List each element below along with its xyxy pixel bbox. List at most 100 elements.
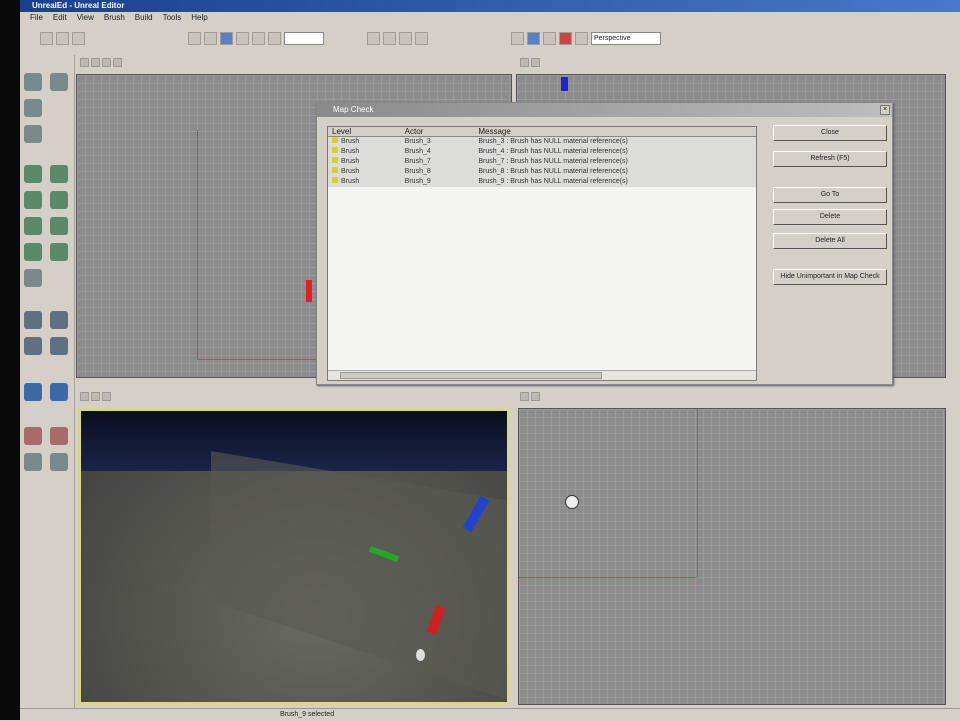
list-item[interactable]: Brush Brush_3 Brush_3 : Brush has NULL mat… bbox=[328, 137, 756, 147]
viewport-mode-select[interactable]: Perspective bbox=[591, 31, 661, 45]
wireframe-icon[interactable] bbox=[531, 58, 540, 67]
column-level[interactable]: Level bbox=[328, 127, 401, 136]
wireframe-icon[interactable] bbox=[531, 392, 540, 401]
csg-subtract-icon[interactable] bbox=[50, 311, 68, 329]
build-all-icon[interactable] bbox=[415, 31, 428, 45]
hide-unimportant-button[interactable]: Hide Unimportant in Map Check bbox=[773, 269, 887, 285]
row-actor: Brush_9 bbox=[404, 178, 431, 185]
build-paths-icon[interactable] bbox=[399, 31, 412, 45]
horizontal-scrollbar[interactable] bbox=[328, 370, 756, 380]
menu-edit[interactable]: Edit bbox=[53, 12, 67, 23]
wireframe-icon[interactable] bbox=[91, 58, 100, 67]
volume-brush-icon[interactable] bbox=[24, 243, 42, 261]
build-geometry-icon[interactable] bbox=[367, 31, 380, 45]
warning-icon bbox=[332, 137, 338, 143]
list-item[interactable]: Brush Brush_9 Brush_9 : Brush has NULL mat… bbox=[328, 177, 756, 187]
sheet-brush-icon[interactable] bbox=[50, 191, 68, 209]
row-actor: Brush_8 bbox=[404, 168, 431, 175]
viewport-perspective[interactable] bbox=[78, 408, 510, 705]
mesh-browser-icon[interactable] bbox=[543, 31, 556, 45]
texture-browser-icon[interactable] bbox=[527, 31, 540, 45]
search-actor-icon[interactable] bbox=[220, 31, 233, 45]
select-invert-icon[interactable] bbox=[24, 453, 42, 471]
list-item[interactable]: Brush Brush_4 Brush_4 : Brush has NULL mat… bbox=[328, 147, 756, 157]
row-level: Brush bbox=[341, 168, 360, 175]
camera-mode-icon[interactable] bbox=[24, 73, 42, 91]
scrollbar-thumb[interactable] bbox=[340, 372, 602, 379]
wireframe-icon[interactable] bbox=[91, 392, 100, 401]
list-item[interactable]: Brush Brush_7 Brush_7 : Brush has NULL mat… bbox=[328, 157, 756, 167]
menu-build[interactable]: Build bbox=[135, 12, 153, 23]
grid-size-select[interactable] bbox=[284, 31, 324, 45]
stair-brush-icon[interactable] bbox=[24, 217, 42, 235]
redo-icon[interactable] bbox=[204, 31, 217, 45]
light-actor-icon[interactable] bbox=[416, 649, 425, 661]
hide-selected-icon[interactable] bbox=[50, 427, 68, 445]
row-level: Brush bbox=[341, 178, 360, 185]
vertex-edit-icon[interactable] bbox=[50, 73, 68, 91]
csg-deintersect-icon[interactable] bbox=[50, 337, 68, 355]
add-volume-icon[interactable] bbox=[24, 383, 42, 401]
cylinder-brush-icon[interactable] bbox=[50, 165, 68, 183]
add-special-icon[interactable] bbox=[50, 383, 68, 401]
kismet-icon[interactable] bbox=[575, 31, 588, 45]
grid-icon[interactable] bbox=[236, 31, 249, 45]
red-axis-arrow bbox=[306, 280, 312, 302]
delete-all-button[interactable]: Delete All bbox=[773, 233, 887, 249]
view-mode-icon[interactable] bbox=[80, 392, 89, 401]
light-actor-icon[interactable] bbox=[565, 495, 579, 509]
column-actor[interactable]: Actor bbox=[401, 127, 475, 136]
view-mode-icon[interactable] bbox=[520, 58, 529, 67]
browser-icon[interactable] bbox=[511, 31, 524, 45]
goto-button[interactable]: Go To bbox=[773, 187, 887, 203]
list-item[interactable]: Brush Brush_8 Brush_8 : Brush has NULL mat… bbox=[328, 167, 756, 177]
cone-brush-icon[interactable] bbox=[24, 191, 42, 209]
open-icon[interactable] bbox=[56, 31, 69, 45]
unlit-icon[interactable] bbox=[113, 58, 122, 67]
build-lighting-icon[interactable] bbox=[383, 31, 396, 45]
row-level: Brush bbox=[341, 158, 360, 165]
show-all-icon[interactable] bbox=[50, 453, 68, 471]
row-message: Brush_9 : Brush has NULL material refere… bbox=[478, 178, 628, 185]
menu-tools[interactable]: Tools bbox=[163, 12, 182, 23]
geometry-mode-icon[interactable] bbox=[24, 99, 42, 117]
map-check-list[interactable]: Level Actor Message Brush Brush_3 Brush_3 … bbox=[327, 126, 757, 381]
rotate-snap-icon[interactable] bbox=[268, 31, 281, 45]
close-button[interactable]: Close bbox=[773, 125, 887, 141]
save-icon[interactable] bbox=[72, 31, 85, 45]
view-mode-icon[interactable] bbox=[80, 58, 89, 67]
sphere-brush-icon[interactable] bbox=[50, 217, 68, 235]
undo-icon[interactable] bbox=[188, 31, 201, 45]
play-icon[interactable] bbox=[559, 31, 572, 45]
csg-intersect-icon[interactable] bbox=[24, 337, 42, 355]
lit-icon[interactable] bbox=[102, 392, 111, 401]
brush-edge bbox=[697, 409, 698, 577]
refresh-button[interactable]: Refresh (F5) bbox=[773, 151, 887, 167]
view-mode-icon[interactable] bbox=[520, 392, 529, 401]
close-icon[interactable]: × bbox=[880, 105, 890, 115]
viewport-front[interactable] bbox=[518, 408, 946, 705]
spiral-brush-icon[interactable] bbox=[50, 243, 68, 261]
row-level: Brush bbox=[341, 138, 360, 145]
delete-button[interactable]: Delete bbox=[773, 209, 887, 225]
snap-icon[interactable] bbox=[252, 31, 265, 45]
skybox bbox=[81, 411, 507, 471]
main-toolbar: Perspective bbox=[20, 26, 960, 50]
screen-edge bbox=[0, 0, 20, 720]
csg-add-icon[interactable] bbox=[24, 311, 42, 329]
lit-icon[interactable] bbox=[102, 58, 111, 67]
terrain-mode-icon[interactable] bbox=[24, 125, 42, 143]
menu-bar: File Edit View Brush Build Tools Help bbox=[20, 12, 960, 23]
column-message[interactable]: Message bbox=[474, 127, 756, 136]
menu-view[interactable]: View bbox=[77, 12, 94, 23]
row-message: Brush_7 : Brush has NULL material refere… bbox=[478, 158, 628, 165]
warning-icon bbox=[332, 177, 338, 183]
new-icon[interactable] bbox=[40, 31, 53, 45]
menu-brush[interactable]: Brush bbox=[104, 12, 125, 23]
custom-brush-icon[interactable] bbox=[24, 269, 42, 287]
show-selected-icon[interactable] bbox=[24, 427, 42, 445]
menu-help[interactable]: Help bbox=[191, 12, 207, 23]
cube-brush-icon[interactable] bbox=[24, 165, 42, 183]
menu-file[interactable]: File bbox=[30, 12, 43, 23]
status-text: Brush_9 selected bbox=[280, 711, 335, 718]
